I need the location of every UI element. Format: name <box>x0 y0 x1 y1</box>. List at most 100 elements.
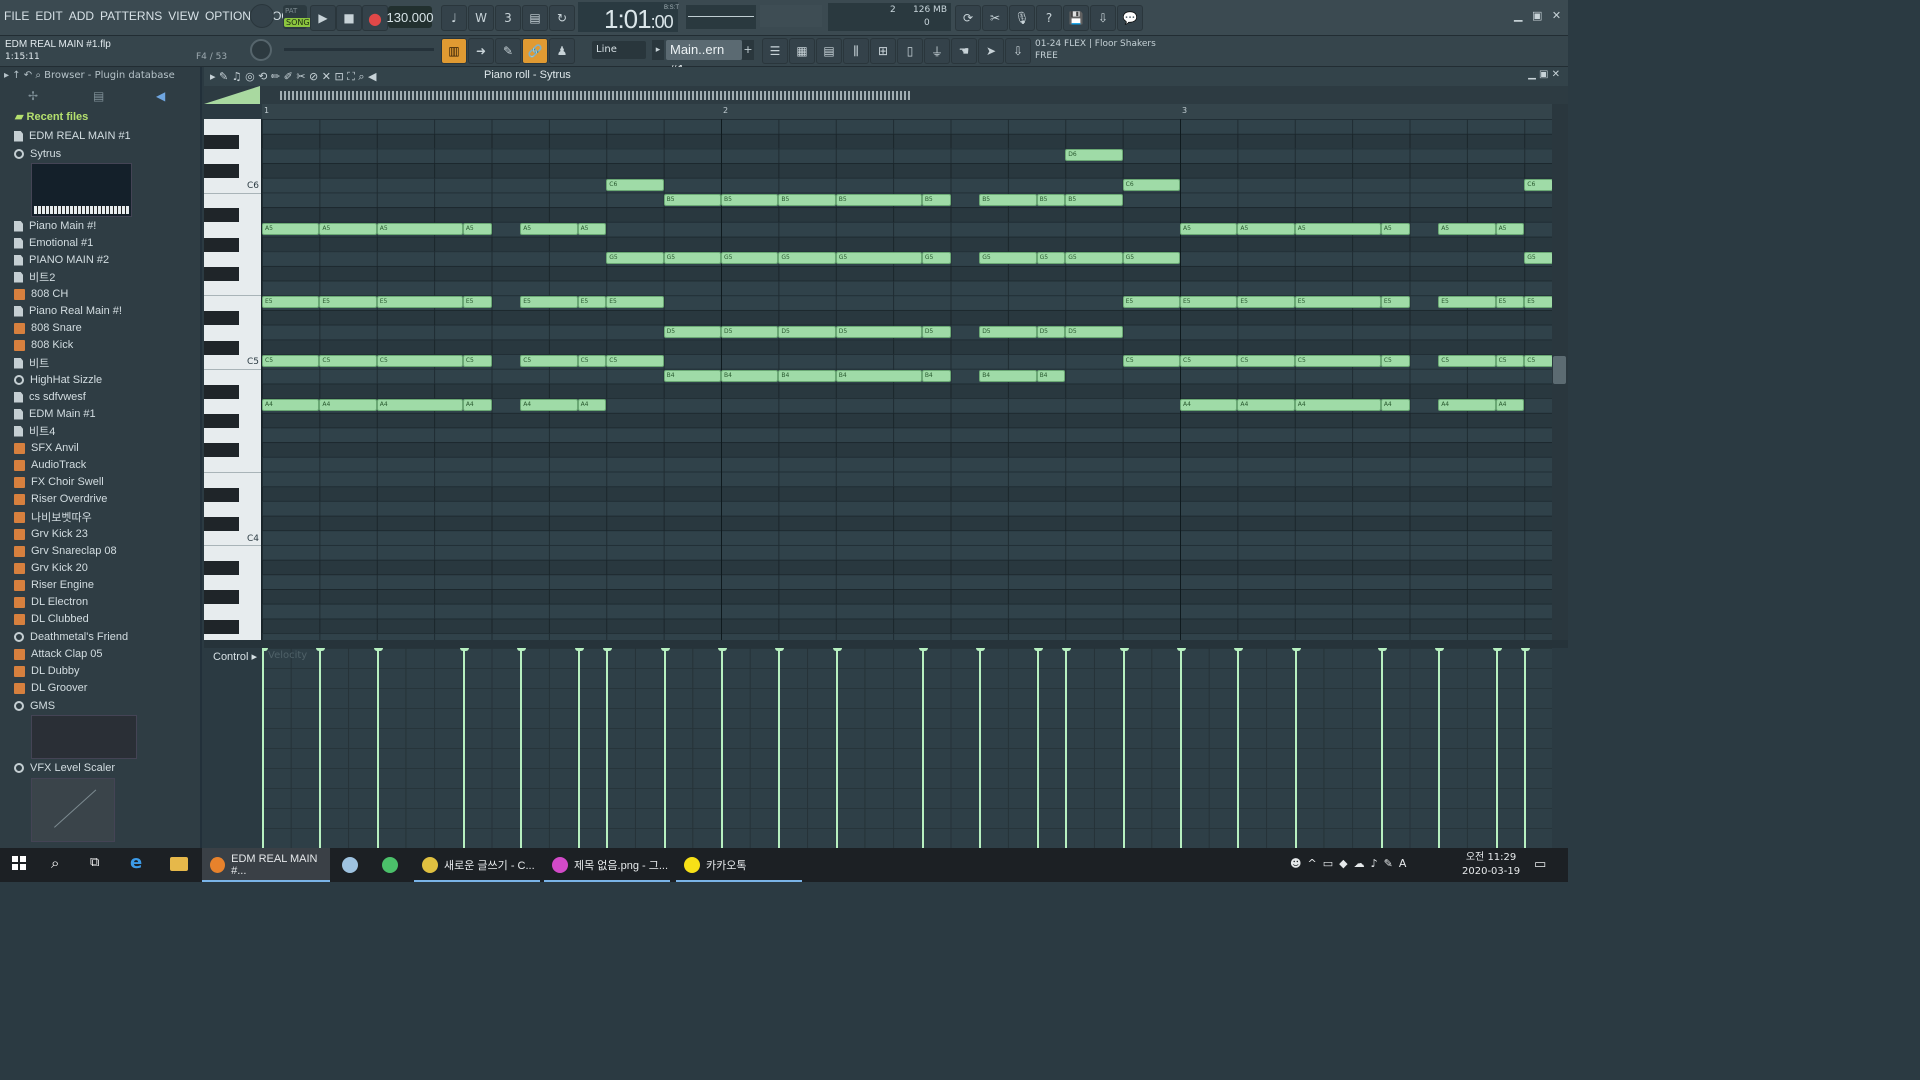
browser-files-icon[interactable]: ▤ <box>93 89 104 103</box>
master-volume-knob[interactable] <box>250 4 274 28</box>
note[interactable]: A5 <box>1294 222 1381 235</box>
people-icon[interactable]: ☻ <box>1290 857 1307 870</box>
note[interactable]: A5 <box>1438 222 1496 235</box>
onedrive-icon[interactable]: ☁ <box>1354 857 1371 870</box>
note[interactable]: G5 <box>1065 252 1123 265</box>
black-key[interactable] <box>204 237 239 252</box>
velocity-handle[interactable] <box>1521 648 1531 651</box>
timeline-ruler[interactable]: 1 2 3 <box>262 104 1552 119</box>
browser-item[interactable]: VFX Level Scaler <box>14 760 115 776</box>
note[interactable]: E5 <box>1438 296 1496 309</box>
menu-item[interactable]: PATTERNS <box>100 9 162 23</box>
news-button[interactable]: 💬 <box>1117 5 1143 31</box>
note[interactable]: A5 <box>577 222 607 235</box>
note[interactable]: A4 <box>262 399 320 412</box>
browser-item[interactable]: DL Clubbed <box>14 611 89 627</box>
note[interactable]: B5 <box>921 193 951 206</box>
note[interactable]: A5 <box>1237 222 1295 235</box>
velocity-handle[interactable] <box>373 648 383 651</box>
velocity-bar[interactable] <box>1180 650 1182 848</box>
browser-item[interactable]: Piano Main #! <box>14 218 96 234</box>
metronome-button[interactable]: ♩ <box>441 5 467 31</box>
note[interactable]: C5 <box>577 355 607 368</box>
close-icon[interactable]: ✕ <box>1552 9 1561 22</box>
notifications-icon[interactable]: ▭ <box>1534 857 1546 872</box>
velocity-handle[interactable] <box>1492 648 1502 651</box>
note[interactable]: D5 <box>979 325 1037 338</box>
black-key[interactable] <box>204 516 239 531</box>
velocity-handle[interactable] <box>1119 648 1129 651</box>
velocity-bar[interactable] <box>921 650 924 848</box>
velocity-lane[interactable]: Velocity <box>262 648 1552 848</box>
edge-icon[interactable]: e <box>130 852 142 873</box>
minimize-icon[interactable]: ▁ <box>1514 9 1522 22</box>
velocity-bar[interactable] <box>1065 650 1068 848</box>
hint-panel[interactable]: 01-24 FLEX | Floor Shakers FREE <box>1035 38 1156 62</box>
menu-item[interactable]: ADD <box>69 9 94 23</box>
loop-record-button[interactable]: ↻ <box>549 5 575 31</box>
playlist-button[interactable]: ☰ <box>762 38 788 64</box>
note[interactable]: A4 <box>577 399 607 412</box>
snap-selector[interactable]: Line <box>592 41 646 59</box>
velocity-handle[interactable] <box>660 648 670 651</box>
undo-history-button[interactable]: ⟳ <box>955 5 981 31</box>
note[interactable]: D5 <box>1036 325 1066 338</box>
browser-item[interactable]: Sytrus <box>14 146 61 162</box>
velocity-bar[interactable] <box>262 650 264 848</box>
note[interactable]: B4 <box>721 369 779 382</box>
pattern-song-toggle[interactable]: PAT SONG <box>283 5 312 29</box>
note[interactable]: E5 <box>1294 296 1381 309</box>
note[interactable]: E5 <box>262 296 320 309</box>
add-pattern-icon[interactable]: + <box>742 40 754 60</box>
velocity-bar[interactable] <box>1237 650 1240 848</box>
note[interactable]: G5 <box>921 252 951 265</box>
taskbar-app[interactable] <box>374 848 408 882</box>
note[interactable]: B5 <box>778 193 836 206</box>
browser-item[interactable]: DL Groover <box>14 680 87 696</box>
task-view-icon[interactable]: ⧉ <box>90 855 99 870</box>
note[interactable]: A4 <box>1438 399 1496 412</box>
note[interactable]: C6 <box>1524 178 1552 191</box>
velocity-handle[interactable] <box>1435 648 1445 651</box>
note-grid[interactable]: D6 C6 C6 C6 B5 B5 B5 B5 B5 B5 B5 B5 A5 A5 A5 A5 A5 A5 A5 A5… <box>262 119 1552 640</box>
velocity-bar[interactable] <box>606 650 609 848</box>
velocity-bar[interactable] <box>721 650 723 848</box>
velocity-bar[interactable] <box>1495 650 1498 848</box>
time-display[interactable]: 1:01:00 B:S:T <box>578 2 679 34</box>
maximize-icon[interactable]: ▣ <box>1532 9 1542 22</box>
velocity-handle[interactable] <box>918 648 928 651</box>
note[interactable]: E5 <box>1495 296 1525 309</box>
note[interactable]: C5 <box>1495 355 1525 368</box>
black-key[interactable] <box>204 208 239 223</box>
note[interactable]: E5 <box>1180 296 1238 309</box>
network-icon[interactable]: ▭ <box>1323 857 1339 870</box>
note[interactable]: D5 <box>778 325 836 338</box>
black-key[interactable] <box>204 134 239 149</box>
velocity-handle[interactable] <box>1291 648 1301 651</box>
browser-item[interactable]: GMS <box>14 698 55 714</box>
velocity-handle[interactable] <box>459 648 469 651</box>
note[interactable]: B5 <box>663 193 721 206</box>
stamp-button[interactable]: ♟ <box>549 38 575 64</box>
note[interactable]: G5 <box>1036 252 1066 265</box>
tempo-display[interactable]: 130.000 <box>387 6 434 28</box>
velocity-bar[interactable] <box>979 650 982 848</box>
browser-speaker-icon[interactable]: ◀ <box>156 89 165 103</box>
velocity-bar[interactable] <box>778 650 781 848</box>
play-button[interactable]: ▶ <box>310 5 336 31</box>
note[interactable]: C5 <box>1438 355 1496 368</box>
velocity-handle[interactable] <box>574 648 584 651</box>
note[interactable]: B5 <box>1065 193 1123 206</box>
menu-item[interactable]: VIEW <box>168 9 199 23</box>
menu-item[interactable]: EDIT <box>35 9 62 23</box>
browser-item[interactable]: Emotional #1 <box>14 235 93 251</box>
note[interactable]: G5 <box>663 252 721 265</box>
pattern-prev-icon[interactable]: ▸ <box>652 40 664 60</box>
black-key[interactable] <box>204 164 239 179</box>
note[interactable]: G5 <box>1524 252 1552 265</box>
black-key[interactable] <box>204 340 239 355</box>
browser-item[interactable]: HighHat Sizzle <box>14 372 102 388</box>
note[interactable]: B4 <box>663 369 721 382</box>
note[interactable]: A5 <box>1495 222 1525 235</box>
note[interactable]: A4 <box>462 399 492 412</box>
